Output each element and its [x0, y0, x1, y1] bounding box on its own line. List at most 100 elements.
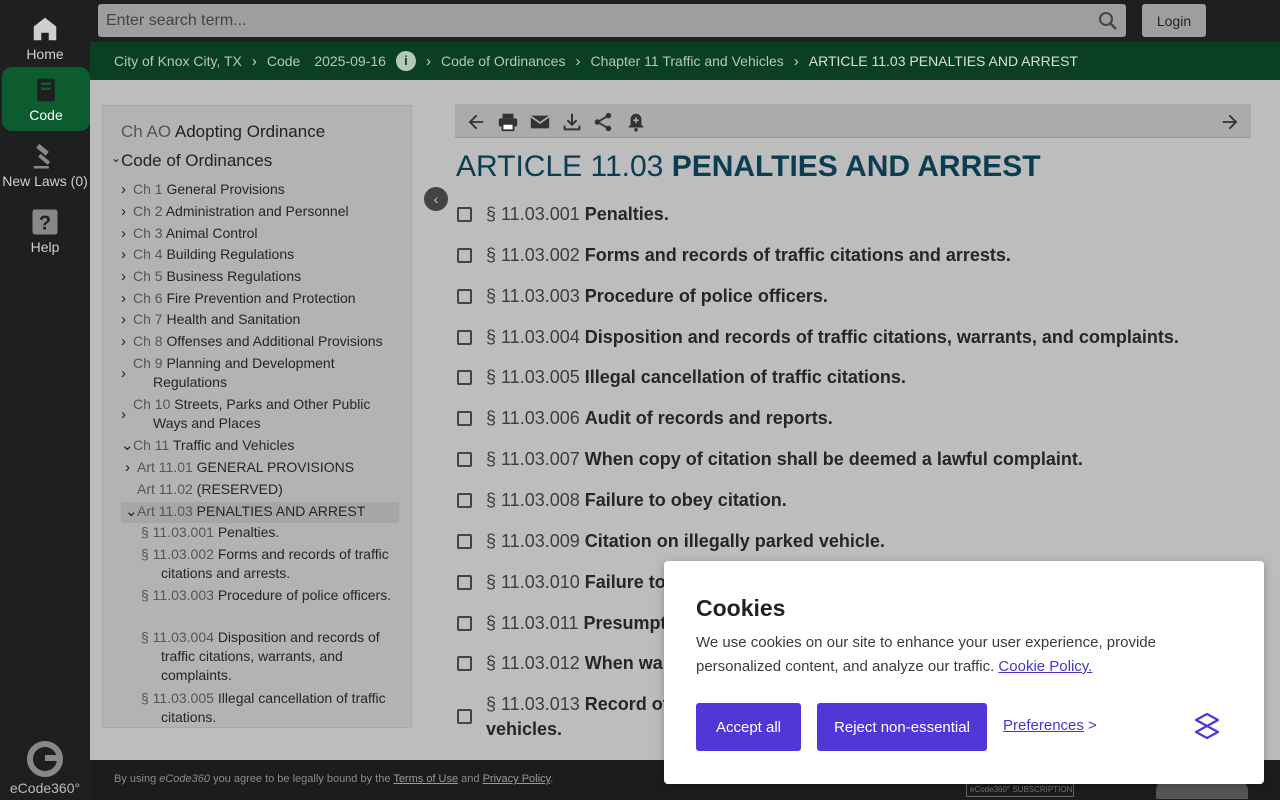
search-input[interactable]: [106, 9, 1086, 33]
toc-section[interactable]: § 11.03.002 Forms and records of traffic…: [121, 545, 401, 586]
toc-chapter[interactable]: › Ch 8 Offenses and Additional Provisions: [121, 332, 401, 354]
toc-chapter[interactable]: › Ch 5 Business Regulations: [121, 267, 401, 289]
toc-chapter[interactable]: › Ch 2 Administration and Personnel: [121, 202, 401, 224]
print-icon[interactable]: [497, 111, 519, 133]
toc-chapter[interactable]: › Ch 1 General Provisions: [121, 180, 401, 202]
toc-row-text: Ch 3 Animal Control: [133, 224, 401, 243]
ecode360-logo[interactable]: eCode360°: [0, 741, 90, 796]
chevron-down-icon[interactable]: ⌄: [121, 436, 134, 455]
toc-row-text: Ch 1 General Provisions: [133, 180, 401, 199]
toc-adopting-ordinance[interactable]: Ch AO Adopting Ordinance: [121, 122, 401, 151]
chevron-right-icon[interactable]: ›: [121, 267, 133, 286]
consent-logo-icon[interactable]: [1192, 711, 1222, 741]
rail-code[interactable]: Code: [2, 67, 90, 131]
toc-section[interactable]: § 11.03.004 Disposition and records of t…: [121, 628, 401, 689]
terms-of-use-link[interactable]: Terms of Use: [393, 773, 458, 785]
toc-chapter[interactable]: › Ch 4 Building Regulations: [121, 245, 401, 267]
section-link[interactable]: § 11.03.004 Disposition and records of t…: [486, 325, 1236, 350]
toc-chapter[interactable]: › Ch 3 Animal Control: [121, 224, 401, 245]
toc-title: Building Regulations: [166, 246, 295, 262]
section-checkbox[interactable]: [457, 289, 472, 304]
chevron-right-icon[interactable]: ›: [121, 180, 133, 199]
search-icon[interactable]: [1098, 11, 1118, 31]
chevron-down-icon: ⌄: [111, 151, 122, 165]
toc-num: Art 11.01: [137, 459, 193, 475]
section-checkbox[interactable]: [457, 411, 472, 426]
section-checkbox[interactable]: [457, 330, 472, 345]
section-checkbox[interactable]: [457, 248, 472, 263]
rail-new-laws[interactable]: New Laws (0): [0, 133, 90, 197]
toc-chapter[interactable]: › Ch 9 Planning and Development Regulatio…: [121, 354, 401, 395]
preferences-link[interactable]: Preferences >: [1003, 717, 1097, 734]
toc-chapter[interactable]: › Ch 6 Fire Prevention and Protection: [121, 289, 401, 310]
toc-section[interactable]: § 11.03.001 Penalties.: [121, 523, 401, 545]
accept-all-button[interactable]: Accept all: [696, 703, 801, 751]
section-checkbox[interactable]: [457, 575, 472, 590]
toc-chapter[interactable]: › Ch 7 Health and Sanitation: [121, 310, 401, 332]
crumb-chapter-11[interactable]: Chapter 11 Traffic and Vehicles: [590, 53, 783, 69]
rail-help[interactable]: ? Help: [0, 199, 90, 263]
chevron-right-icon[interactable]: ›: [121, 310, 133, 329]
toc-title: Health and Sanitation: [166, 311, 301, 327]
section-link[interactable]: § 11.03.007 When copy of citation shall …: [486, 447, 1236, 472]
section-link[interactable]: § 11.03.003 Procedure of police officers…: [486, 284, 1236, 309]
section-checkbox[interactable]: [457, 370, 472, 385]
toc-article[interactable]: Art 11.02 (RESERVED): [121, 480, 401, 502]
chevron-right-icon[interactable]: ›: [121, 245, 133, 264]
chevron-right-icon[interactable]: ›: [125, 458, 137, 477]
toc-section[interactable]: § 11.03.005 Illegal cancellation of traf…: [121, 689, 401, 727]
section-title: Forms and records of traffic citations a…: [584, 245, 1011, 265]
email-icon[interactable]: [529, 111, 551, 133]
toc-num: Ch 9: [133, 355, 163, 371]
chevron-right-icon[interactable]: ›: [121, 224, 133, 243]
toc-code-of-ordinances[interactable]: ⌄ Code of Ordinances: [111, 151, 401, 180]
chevron-right-icon[interactable]: ›: [121, 364, 133, 383]
rail-home[interactable]: Home: [0, 6, 90, 70]
section-checkbox[interactable]: [457, 207, 472, 222]
crumb-code[interactable]: Code: [267, 53, 300, 69]
chevron-right-icon[interactable]: ›: [121, 332, 133, 351]
chevron-right-icon[interactable]: ›: [121, 202, 133, 221]
section-link[interactable]: § 11.03.006 Audit of records and reports…: [486, 406, 1236, 431]
notification-bell-icon[interactable]: [625, 111, 647, 133]
share-icon[interactable]: [592, 111, 614, 133]
privacy-policy-link[interactable]: Privacy Policy: [483, 773, 551, 785]
download-icon[interactable]: [561, 111, 583, 133]
section-checkbox[interactable]: [457, 534, 472, 549]
collapse-sidebar-button[interactable]: ‹: [424, 187, 448, 211]
section-title: Citation on illegally parked vehicle.: [584, 531, 885, 551]
crumb-city[interactable]: City of Knox City, TX: [114, 53, 242, 69]
crumb-code-of-ordinances[interactable]: Code of Ordinances: [441, 53, 566, 69]
toc-chapter[interactable]: ⌄ Ch 11 Traffic and Vehicles: [121, 436, 401, 458]
arrow-left-icon[interactable]: [465, 111, 487, 133]
cookie-dialog: Cookies We use cookies on our site to en…: [664, 561, 1264, 784]
chevron-down-icon[interactable]: ⌄: [125, 502, 138, 521]
toc-chapter[interactable]: › Ch 10 Streets, Parks and Other Public W…: [121, 395, 401, 436]
toc-section[interactable]: § 11.03.003 Procedure of police officers…: [121, 586, 401, 628]
toc-article[interactable]: › Art 11.01 GENERAL PROVISIONS: [121, 458, 401, 480]
section-link[interactable]: § 11.03.009 Citation on illegally parked…: [486, 529, 1236, 554]
section-link[interactable]: § 11.03.002 Forms and records of traffic…: [486, 243, 1236, 268]
footer-end: .: [550, 773, 554, 785]
reject-non-essential-button[interactable]: Reject non-essential: [817, 703, 987, 751]
chevron-right-icon[interactable]: ›: [121, 289, 133, 308]
toc-row-text: § 11.03.004 Disposition and records of t…: [141, 628, 401, 685]
section-link[interactable]: § 11.03.005 Illegal cancellation of traf…: [486, 365, 1236, 390]
section-checkbox[interactable]: [457, 709, 472, 724]
section-link[interactable]: § 11.03.001 Penalties.: [486, 202, 1236, 227]
toc-row-text: § 11.03.002 Forms and records of traffic…: [141, 545, 401, 583]
cookie-policy-link[interactable]: Cookie Policy.: [998, 658, 1092, 675]
section-link[interactable]: § 11.03.008 Failure to obey citation.: [486, 488, 1236, 513]
toc-row-text: Art 11.02 (RESERVED): [137, 480, 401, 499]
arrow-right-icon[interactable]: [1219, 111, 1241, 133]
section-checkbox[interactable]: [457, 656, 472, 671]
section-checkbox[interactable]: [457, 616, 472, 631]
toc-num: Ch 6: [133, 290, 163, 306]
login-button[interactable]: Login: [1142, 4, 1206, 37]
chevron-right-icon[interactable]: ›: [121, 405, 133, 424]
section-checkbox[interactable]: [457, 452, 472, 467]
toc-title: Planning and Development Regulations: [153, 355, 335, 390]
info-icon[interactable]: i: [395, 51, 416, 71]
toc-article[interactable]: ⌄ Art 11.03 PENALTIES AND ARREST: [121, 502, 399, 523]
section-checkbox[interactable]: [457, 493, 472, 508]
